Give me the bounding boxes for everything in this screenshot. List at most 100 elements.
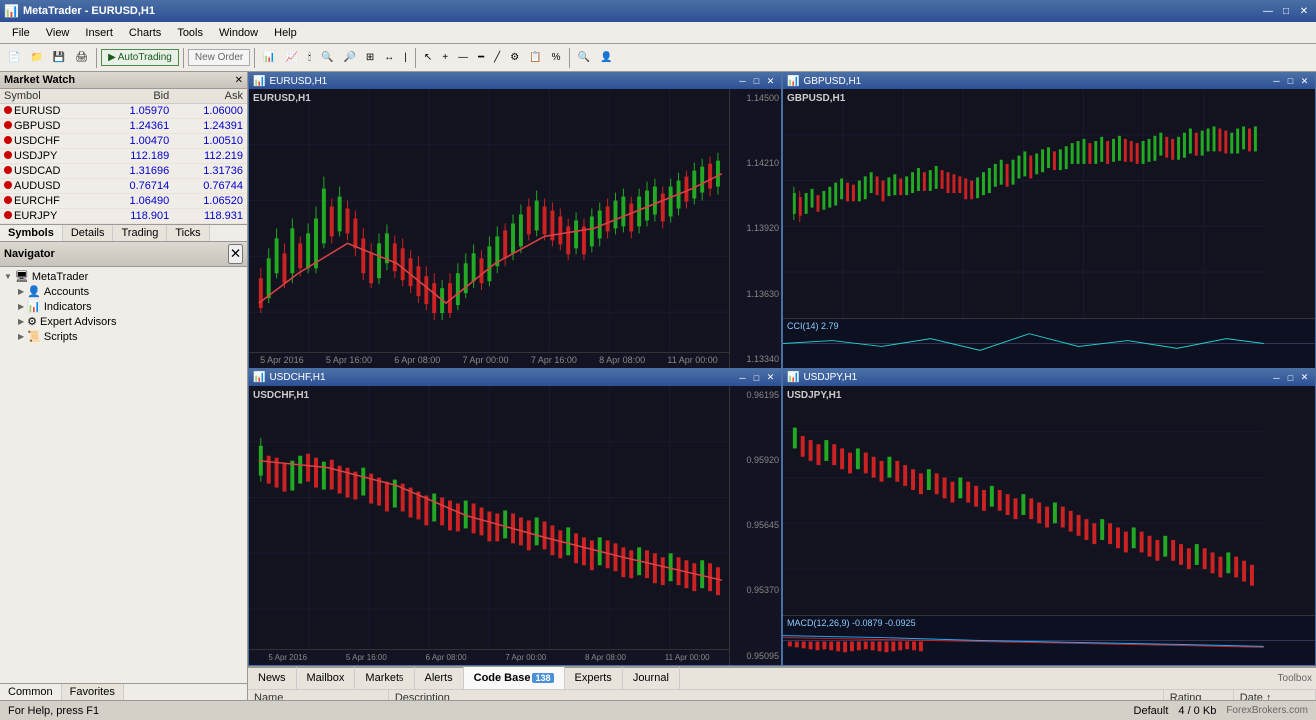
- bottom-tab-news[interactable]: News: [248, 667, 297, 689]
- toolbar-cursor[interactable]: ↖: [420, 47, 436, 69]
- chart-usdjpy-label: USDJPY,H1: [787, 390, 841, 401]
- bottom-tab-mailbox[interactable]: Mailbox: [297, 667, 356, 689]
- toolbar-save-btn[interactable]: 💾: [49, 47, 69, 69]
- toolbar-new-btn[interactable]: 📄: [4, 47, 24, 69]
- col-name[interactable]: Name: [248, 690, 388, 700]
- scripts-icon: 📜: [27, 330, 41, 343]
- nav-item-expert-advisors[interactable]: ▶ ⚙ Expert Advisors: [2, 314, 245, 329]
- new-order-button[interactable]: New Order: [188, 49, 250, 66]
- menu-file[interactable]: File: [4, 25, 38, 41]
- autotrading-button[interactable]: ▶ AutoTrading: [101, 49, 179, 66]
- chart-gbpusd-controls: ─ □ ✕: [1270, 75, 1311, 88]
- metatrader-icon: 🖥: [15, 270, 29, 283]
- chart-eurusd-titlebar: 📊 EURUSD,H1 ─ □ ✕: [249, 73, 781, 89]
- menu-charts[interactable]: Charts: [121, 25, 169, 41]
- toolbar-chart-line[interactable]: 📈: [282, 47, 302, 69]
- chart-gbpusd-close[interactable]: ✕: [1298, 75, 1311, 88]
- navigator-bottom-tabs: Common Favorites: [0, 683, 247, 700]
- navigator-content: ▼ 🖥 MetaTrader ▶ 👤 Accounts ▶ 📊 Indicato…: [0, 267, 247, 683]
- col-bid: Bid: [100, 89, 174, 104]
- toolbar-search[interactable]: 🔍: [574, 47, 594, 69]
- toolbar-print-btn[interactable]: 🖨: [71, 47, 92, 69]
- minimize-button[interactable]: —: [1260, 3, 1276, 19]
- market-watch-row[interactable]: EURJPY 118.901 118.931: [0, 209, 247, 224]
- chart-eurusd-minimize[interactable]: ─: [736, 75, 749, 88]
- menu-window[interactable]: Window: [211, 25, 266, 41]
- market-watch-row[interactable]: GBPUSD 1.24361 1.24391: [0, 119, 247, 134]
- chart-usdjpy-controls: ─ □ ✕: [1270, 371, 1311, 384]
- toolbar-scroll[interactable]: ↔: [380, 47, 398, 69]
- col-description[interactable]: Description: [388, 690, 1163, 700]
- nav-item-scripts[interactable]: ▶ 📜 Scripts: [2, 329, 245, 344]
- market-watch-close[interactable]: ✕: [235, 75, 243, 86]
- chart-gbpusd-minimize[interactable]: ─: [1270, 75, 1283, 88]
- market-watch-row[interactable]: USDCAD 1.31696 1.31736: [0, 164, 247, 179]
- chart-usdchf-close[interactable]: ✕: [764, 371, 777, 384]
- chart-usdjpy-body[interactable]: USDJPY,H1: [783, 386, 1315, 615]
- menu-insert[interactable]: Insert: [77, 25, 121, 41]
- toolbox-indicator: Toolbox: [1278, 673, 1316, 684]
- toolbar-chart-candle[interactable]: 🕯: [304, 47, 315, 69]
- chart-eurusd-maximize[interactable]: □: [750, 75, 763, 88]
- menu-help[interactable]: Help: [266, 25, 305, 41]
- cci-svg: [783, 319, 1315, 368]
- toolbar-expert[interactable]: 👤: [596, 47, 616, 69]
- chart-gbpusd-maximize[interactable]: □: [1284, 75, 1297, 88]
- mw-tab-trading[interactable]: Trading: [113, 225, 167, 241]
- nav-item-indicators[interactable]: ▶ 📊 Indicators: [2, 299, 245, 314]
- chart-gbpusd-title: GBPUSD,H1: [803, 76, 1266, 87]
- chart-eurusd-body[interactable]: EURUSD,H1: [249, 89, 781, 368]
- close-button[interactable]: ✕: [1296, 3, 1312, 19]
- col-date[interactable]: Date: [1233, 690, 1315, 700]
- menu-view[interactable]: View: [38, 25, 78, 41]
- chart-usdchf-body[interactable]: USDCHF,H1: [249, 386, 781, 665]
- nav-item-metatrader[interactable]: ▼ 🖥 MetaTrader: [2, 269, 245, 284]
- market-watch-row[interactable]: USDCHF 1.00470 1.00510: [0, 134, 247, 149]
- toolbar-trendline[interactable]: ╱: [490, 47, 504, 69]
- bottom-tab-experts[interactable]: Experts: [565, 667, 623, 689]
- toolbar-period-sep[interactable]: |: [400, 47, 411, 69]
- toolbar-grid[interactable]: ⊞: [362, 47, 378, 69]
- toolbar-crosshair[interactable]: +: [438, 47, 452, 69]
- fx-logo: ForexBrokers.com: [1226, 705, 1308, 716]
- toolbar-indicators[interactable]: ⚙: [506, 47, 523, 69]
- nav-tab-common[interactable]: Common: [0, 684, 62, 700]
- market-watch-row[interactable]: EURUSD 1.05970 1.06000: [0, 104, 247, 119]
- toolbar-zoom-out[interactable]: 🔎: [339, 47, 359, 69]
- market-watch-tabs: Symbols Details Trading Ticks: [0, 224, 247, 241]
- col-rating[interactable]: Rating: [1163, 690, 1233, 700]
- app-icon: 📊: [4, 4, 19, 18]
- market-watch-row[interactable]: AUDUSD 0.76714 0.76744: [0, 179, 247, 194]
- menu-tools[interactable]: Tools: [169, 25, 211, 41]
- chart-usdjpy-maximize[interactable]: □: [1284, 371, 1297, 384]
- nav-item-accounts[interactable]: ▶ 👤 Accounts: [2, 284, 245, 299]
- maximize-button[interactable]: □: [1278, 3, 1294, 19]
- navigator-header: Navigator ✕: [0, 242, 247, 267]
- chart-usdjpy-minimize[interactable]: ─: [1270, 371, 1283, 384]
- mw-tab-symbols[interactable]: Symbols: [0, 225, 63, 241]
- title-bar: 📊 MetaTrader - EURUSD,H1 — □ ✕: [0, 0, 1316, 22]
- chart-gbpusd-body[interactable]: GBPUSD,H1: [783, 89, 1315, 318]
- chart-usdjpy-close[interactable]: ✕: [1298, 371, 1311, 384]
- market-watch-row[interactable]: USDJPY 112.189 112.219: [0, 149, 247, 164]
- toolbar-percent[interactable]: %: [548, 47, 565, 69]
- mw-tab-ticks[interactable]: Ticks: [167, 225, 209, 241]
- toolbar-hline[interactable]: ━: [474, 47, 488, 69]
- chart-usdchf-maximize[interactable]: □: [750, 371, 763, 384]
- toolbar-open-btn[interactable]: 📁: [26, 47, 46, 69]
- chart-usdchf-minimize[interactable]: ─: [736, 371, 749, 384]
- bottom-tab-market[interactable]: Market5: [355, 667, 414, 689]
- mw-tab-details[interactable]: Details: [63, 225, 114, 241]
- navigator-close[interactable]: ✕: [228, 244, 243, 264]
- toolbar-chart-bar[interactable]: 📊: [259, 47, 279, 69]
- market-watch-row[interactable]: EURCHF 1.06490 1.06520: [0, 194, 247, 209]
- chart-gbpusd-svg: [783, 89, 1315, 318]
- bottom-tab-journal[interactable]: Journal: [623, 667, 680, 689]
- toolbar-zoom-in[interactable]: 🔍: [317, 47, 337, 69]
- bottom-tab-codebase[interactable]: Code Base138: [464, 667, 565, 689]
- bottom-tab-alerts[interactable]: Alerts: [415, 667, 464, 689]
- chart-eurusd-close[interactable]: ✕: [764, 75, 777, 88]
- nav-tab-favorites[interactable]: Favorites: [62, 684, 124, 700]
- toolbar-templates[interactable]: 📋: [525, 47, 545, 69]
- toolbar-line[interactable]: —: [454, 47, 472, 69]
